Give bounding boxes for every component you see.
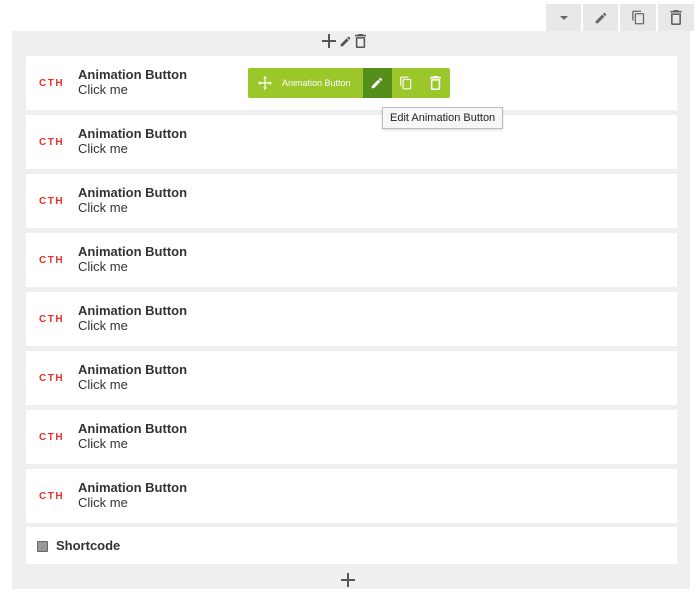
element-texts: Animation Button Click me xyxy=(78,126,187,156)
element-texts: Animation Button Click me xyxy=(78,303,187,333)
element-title: Animation Button xyxy=(78,244,188,259)
trash-icon xyxy=(670,10,682,25)
element-texts: Animation Button Click me xyxy=(78,362,187,392)
element-row[interactable]: CTH Animation Button Click me xyxy=(26,233,677,287)
edit-element-button[interactable] xyxy=(362,68,392,98)
duplicate-element-button[interactable] xyxy=(392,68,421,98)
element-row[interactable]: CTH Animation Button Click me xyxy=(26,115,677,169)
cth-logo: CTH xyxy=(39,491,65,502)
element-toolbar-label: Animation Button xyxy=(282,78,351,88)
element-title: Animation Button xyxy=(78,362,188,377)
trash-icon[interactable] xyxy=(355,34,366,48)
tooltip: Edit Animation Button xyxy=(382,107,504,129)
cth-logo: CTH xyxy=(39,314,65,325)
element-texts: Animation Button Click me xyxy=(78,67,187,97)
edit-button[interactable] xyxy=(583,4,618,31)
element-title: Animation Button xyxy=(78,480,188,495)
cth-logo: CTH xyxy=(39,432,65,443)
delete-element-button[interactable] xyxy=(421,68,450,98)
element-subtitle: Click me xyxy=(78,318,128,333)
element-subtitle: Click me xyxy=(78,377,128,392)
plus-icon xyxy=(341,573,355,587)
element-subtitle: Click me xyxy=(78,200,128,215)
element-texts: Animation Button Click me xyxy=(78,421,187,451)
element-title: Animation Button xyxy=(78,303,188,318)
add-element-button[interactable] xyxy=(341,573,355,587)
element-texts: Animation Button Click me xyxy=(78,185,187,215)
element-subtitle: Click me xyxy=(78,141,128,156)
shortcode-row[interactable]: Shortcode xyxy=(26,527,677,564)
move-icon xyxy=(258,76,272,90)
copy-icon xyxy=(631,10,644,25)
caret-down-icon xyxy=(559,15,568,20)
element-subtitle: Click me xyxy=(78,82,128,97)
elements-container: CTH Animation Button Click me CTH Animat… xyxy=(12,31,690,589)
plus-icon[interactable] xyxy=(322,34,336,48)
cth-logo: CTH xyxy=(39,137,65,148)
element-title: Animation Button xyxy=(78,126,188,141)
cth-logo: CTH xyxy=(39,373,65,384)
dropdown-button[interactable] xyxy=(546,4,581,31)
element-row[interactable]: CTH Animation Button Click me xyxy=(26,469,677,523)
cth-logo: CTH xyxy=(39,255,65,266)
move-handle[interactable]: Animation Button xyxy=(248,68,363,98)
element-texts: Animation Button Click me xyxy=(78,480,187,510)
shortcode-label: Shortcode xyxy=(56,538,121,553)
cth-logo: CTH xyxy=(39,78,65,89)
shortcode-icon xyxy=(37,541,48,552)
element-subtitle: Click me xyxy=(78,259,128,274)
element-title: Animation Button xyxy=(78,421,188,436)
top-toolbar xyxy=(546,4,694,31)
pencil-icon xyxy=(371,77,383,89)
element-toolbar: Animation Button xyxy=(248,68,450,98)
element-row[interactable]: CTH Animation Button Click me xyxy=(26,174,677,228)
container-controls xyxy=(322,34,366,48)
cth-logo: CTH xyxy=(39,196,65,207)
copy-icon xyxy=(400,76,412,90)
element-texts: Animation Button Click me xyxy=(78,244,187,274)
trash-icon xyxy=(429,76,441,90)
element-row[interactable]: CTH Animation Button Click me xyxy=(26,292,677,346)
element-title: Animation Button xyxy=(78,67,188,82)
element-row[interactable]: CTH Animation Button Click me xyxy=(26,410,677,464)
pencil-icon xyxy=(595,12,606,23)
element-subtitle: Click me xyxy=(78,436,128,451)
copy-button[interactable] xyxy=(620,4,656,31)
delete-button[interactable] xyxy=(658,4,694,31)
pencil-icon[interactable] xyxy=(339,35,352,48)
element-row[interactable]: CTH Animation Button Click me xyxy=(26,351,677,405)
element-title: Animation Button xyxy=(78,185,188,200)
element-subtitle: Click me xyxy=(78,495,128,510)
